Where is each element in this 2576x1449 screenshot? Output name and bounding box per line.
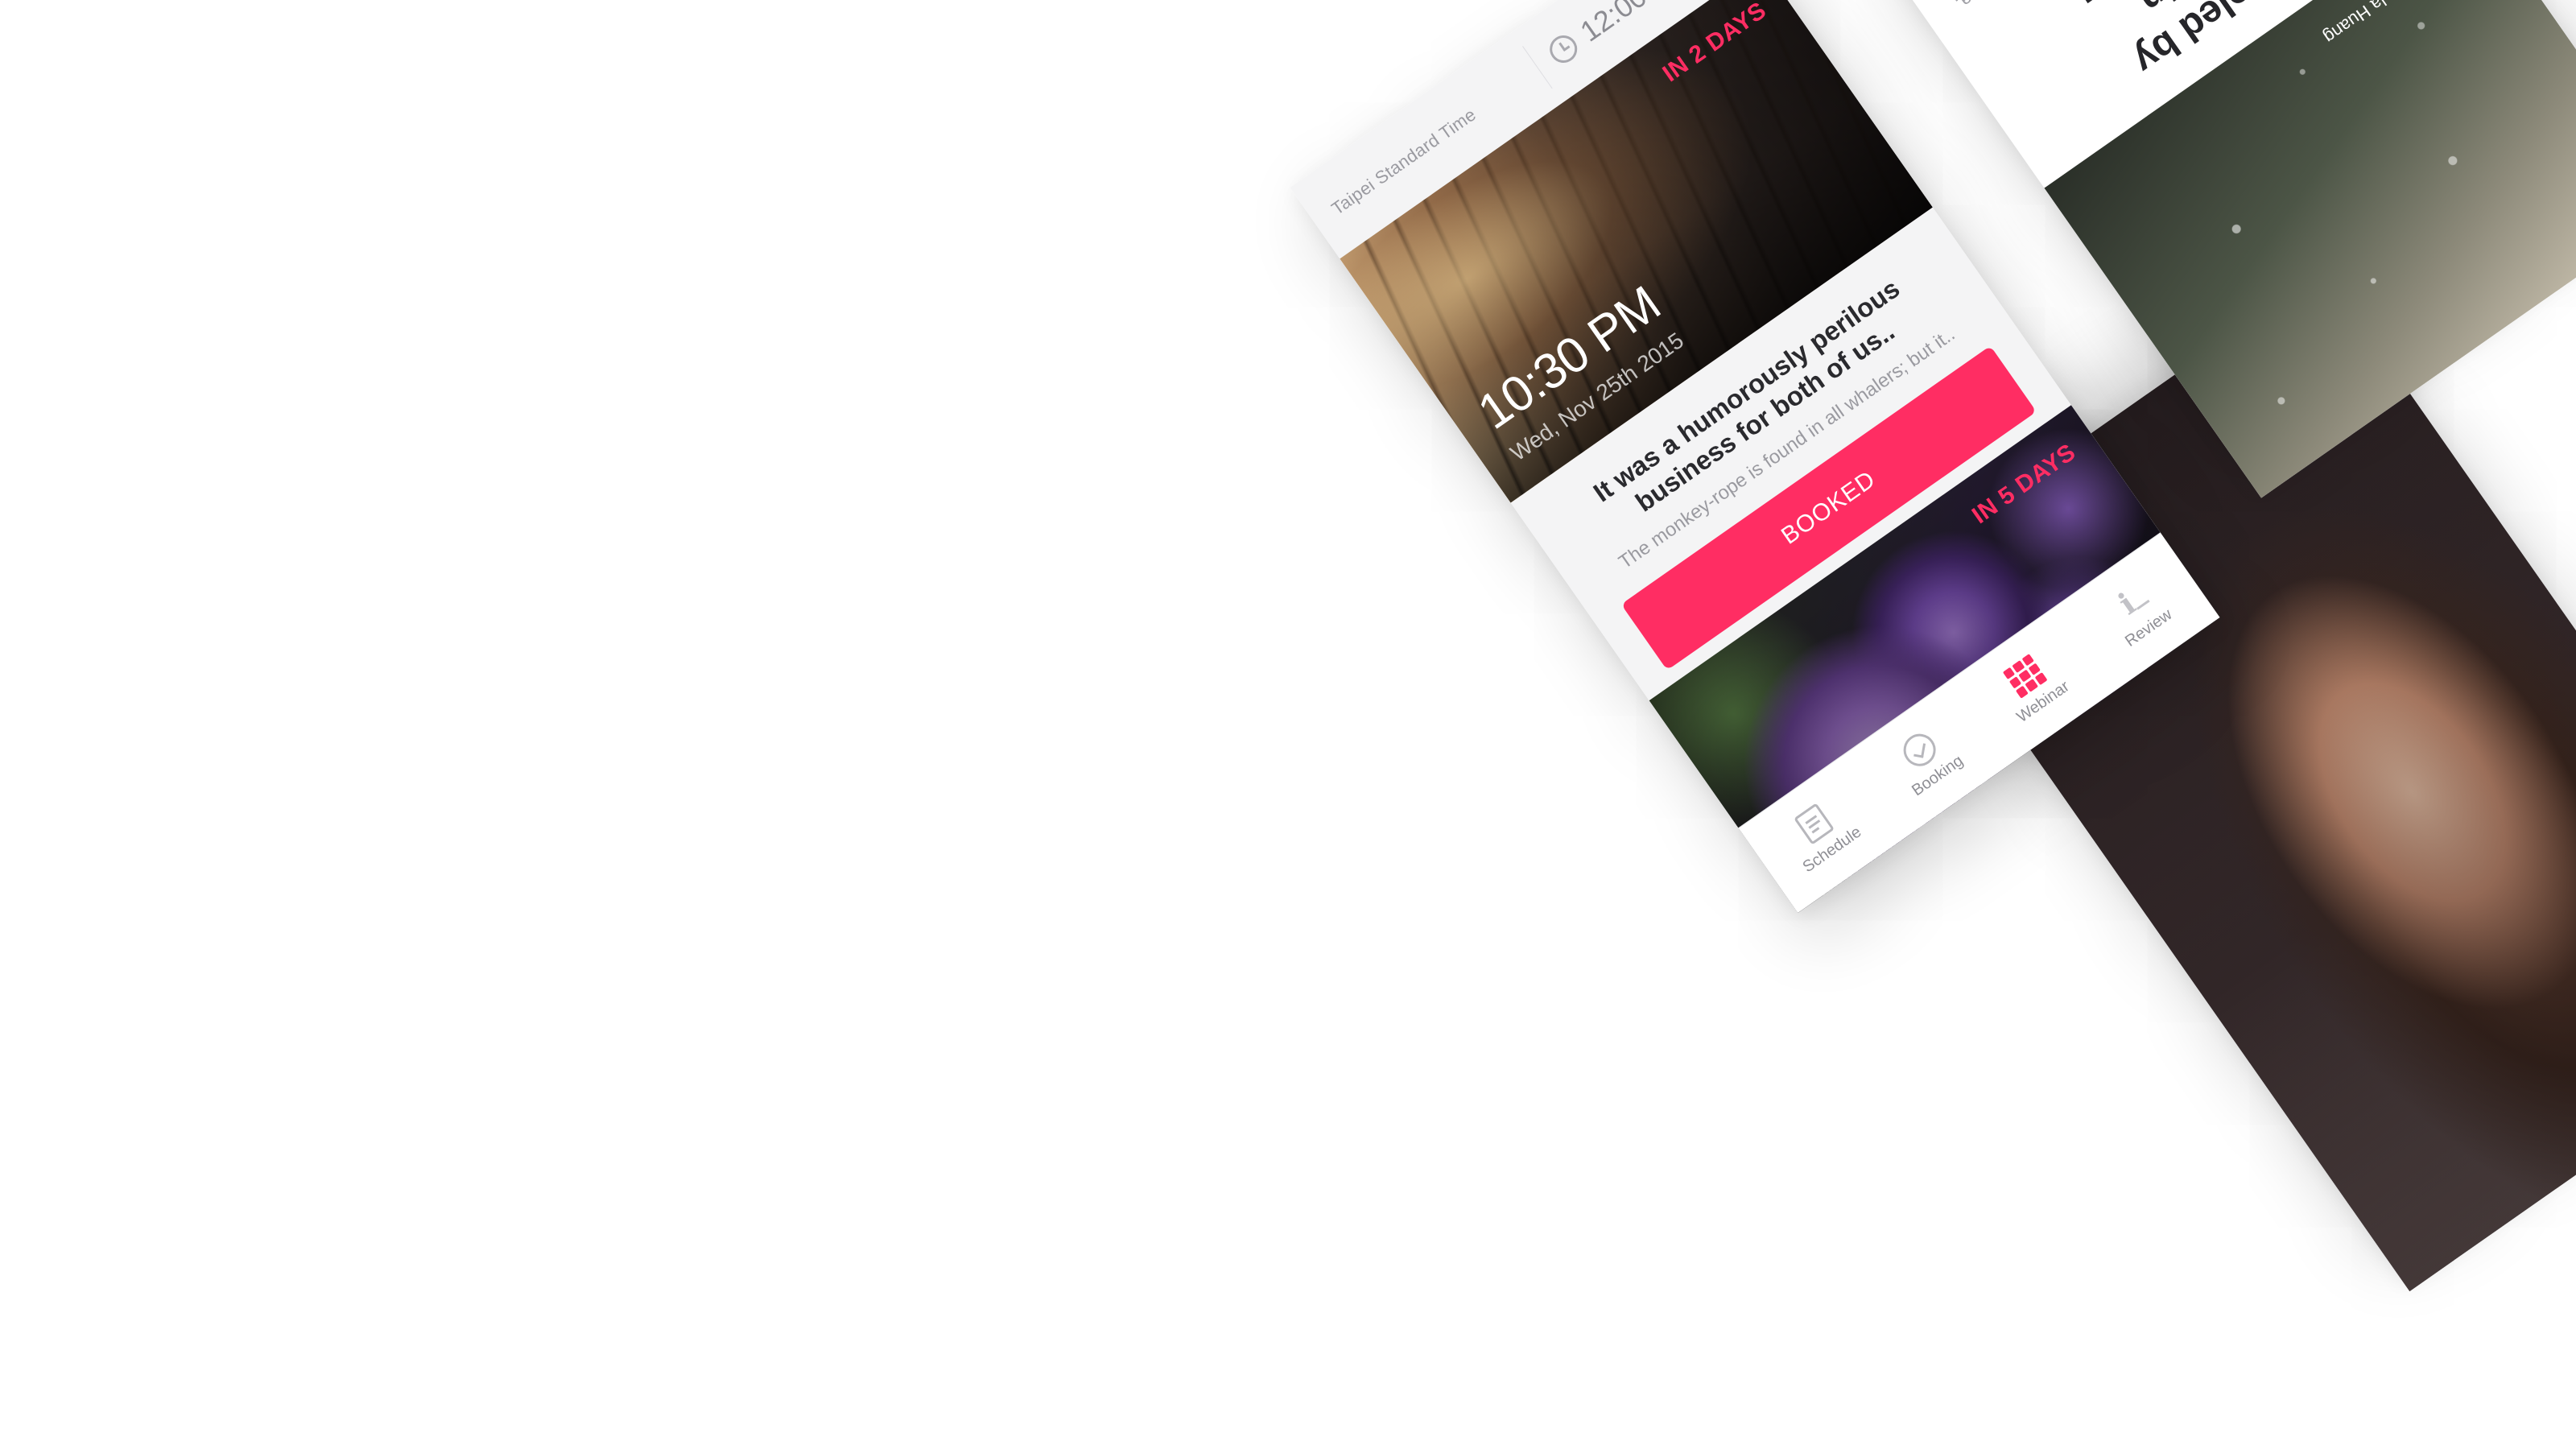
stage: ℊ Angela Huang Don't be fooled by discou… bbox=[0, 0, 2576, 1449]
tab-booking[interactable]: Booking bbox=[1871, 708, 1983, 811]
clock-icon bbox=[1544, 30, 1583, 68]
tab-schedule[interactable]: Schedule bbox=[1765, 782, 1877, 885]
schedule-icon bbox=[1793, 802, 1835, 845]
